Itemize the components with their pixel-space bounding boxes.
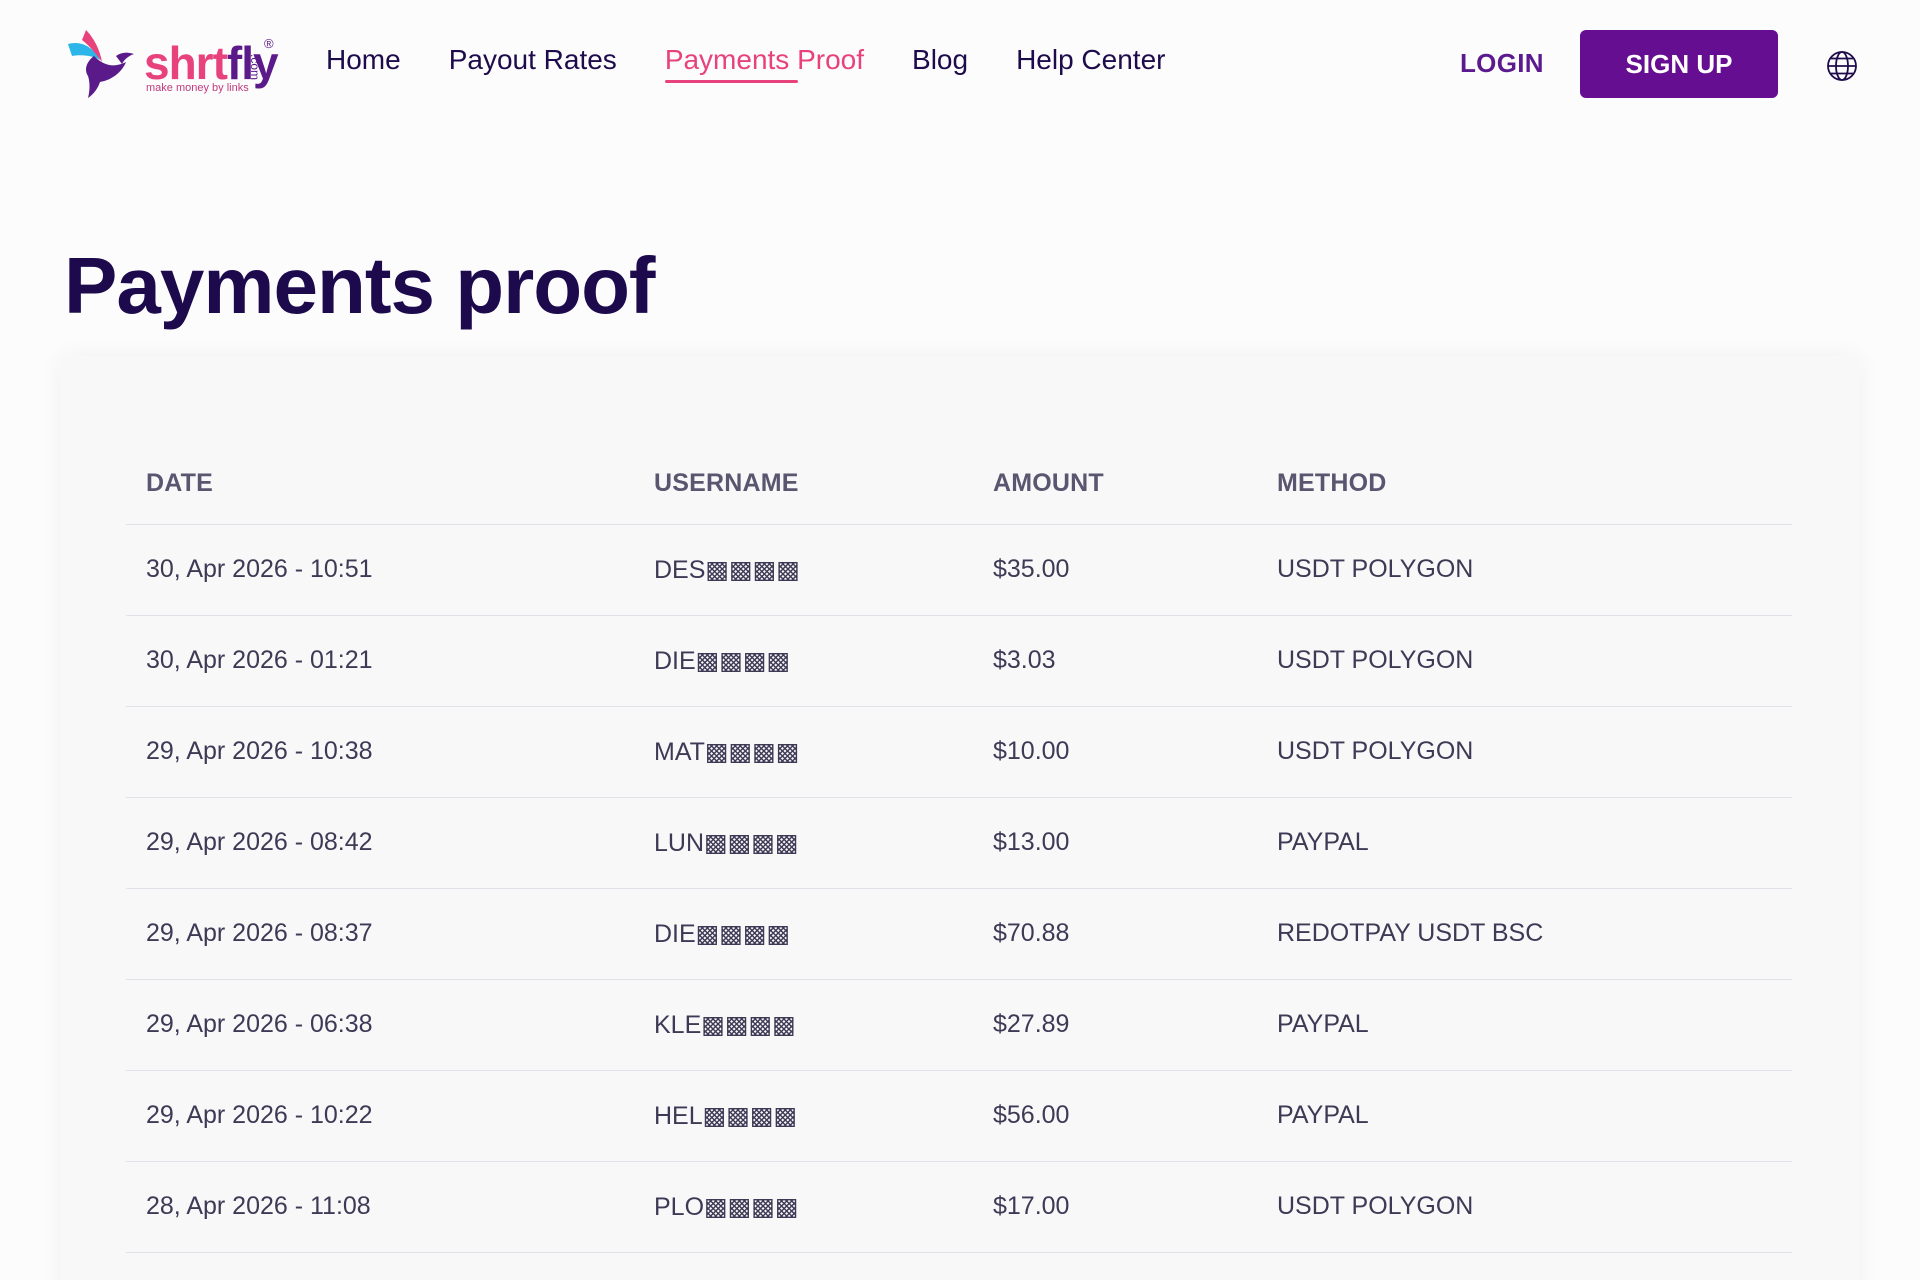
globe-icon[interactable] (1826, 50, 1858, 82)
site-header: shrtfly make money by links ® .com Home … (0, 0, 1920, 128)
cell-date: 29, Apr 2026 - 08:42 (126, 797, 634, 889)
cell-method: REDOTPAY USDT BSC (1257, 888, 1792, 980)
cell-username: MAT▩▩▩▩ (634, 706, 973, 798)
table-row: 29, Apr 2026 - 06:38 KLE▩▩▩▩ $27.89 PAYP… (126, 979, 1792, 1071)
cell-amount: $27.89 (973, 979, 1257, 1071)
signup-button[interactable]: SIGN UP (1580, 30, 1778, 98)
column-header-date: DATE (126, 444, 634, 525)
cell-amount: $56.00 (973, 1070, 1257, 1162)
login-link[interactable]: LOGIN (1460, 48, 1544, 79)
cell-method: USDT POLYGON (1257, 1161, 1792, 1253)
cell-amount: $17.00 (973, 1161, 1257, 1253)
cell-method: USDT POLYGON (1257, 524, 1792, 616)
table-row: 29, Apr 2026 - 10:38 MAT▩▩▩▩ $10.00 USDT… (126, 706, 1792, 798)
site-logo[interactable]: shrtfly make money by links ® .com (64, 26, 284, 102)
nav-blog[interactable]: Blog (912, 44, 968, 76)
cell-date: 29, Apr 2026 - 10:38 (126, 706, 634, 798)
column-header-amount: AMOUNT (973, 444, 1257, 525)
main-nav: Home Payout Rates Payments Proof Blog He… (326, 44, 1213, 83)
cell-date: 29, Apr 2026 - 06:38 (126, 979, 634, 1071)
payments-table: DATE USERNAME AMOUNT METHOD 30, Apr 2026… (126, 444, 1792, 1253)
column-header-method: METHOD (1257, 444, 1792, 525)
cell-amount: $70.88 (973, 888, 1257, 980)
cell-date: 30, Apr 2026 - 10:51 (126, 524, 634, 616)
cell-method: USDT POLYGON (1257, 615, 1792, 707)
table-row: 30, Apr 2026 - 01:21 DIE▩▩▩▩ $3.03 USDT … (126, 615, 1792, 707)
cell-date: 29, Apr 2026 - 10:22 (126, 1070, 634, 1162)
logo-domain-suffix: .com (248, 54, 262, 81)
cell-method: USDT POLYGON (1257, 706, 1792, 798)
cell-username: DIE▩▩▩▩ (634, 888, 973, 980)
cell-username: HEL▩▩▩▩ (634, 1070, 973, 1162)
table-row: 29, Apr 2026 - 08:42 LUN▩▩▩▩ $13.00 PAYP… (126, 797, 1792, 889)
cell-date: 28, Apr 2026 - 11:08 (126, 1161, 634, 1253)
cell-username: LUN▩▩▩▩ (634, 797, 973, 889)
cell-amount: $35.00 (973, 524, 1257, 616)
registered-mark: ® (264, 36, 274, 51)
cell-amount: $10.00 (973, 706, 1257, 798)
cell-amount: $3.03 (973, 615, 1257, 707)
table-row: 28, Apr 2026 - 11:08 PLO▩▩▩▩ $17.00 USDT… (126, 1161, 1792, 1253)
cell-method: PAYPAL (1257, 797, 1792, 889)
nav-help-center[interactable]: Help Center (1016, 44, 1165, 76)
cell-date: 30, Apr 2026 - 01:21 (126, 615, 634, 707)
logo-tagline: make money by links (146, 82, 249, 94)
cell-username: KLE▩▩▩▩ (634, 979, 973, 1071)
table-row: 29, Apr 2026 - 08:37 DIE▩▩▩▩ $70.88 REDO… (126, 888, 1792, 980)
nav-payments-proof[interactable]: Payments Proof (664, 44, 864, 83)
cell-method: PAYPAL (1257, 1070, 1792, 1162)
table-row: 30, Apr 2026 - 10:51 DES▩▩▩▩ $35.00 USDT… (126, 524, 1792, 616)
cell-amount: $13.00 (973, 797, 1257, 889)
cell-username: PLO▩▩▩▩ (634, 1161, 973, 1253)
cell-date: 29, Apr 2026 - 08:37 (126, 888, 634, 980)
bird-logo-icon (68, 30, 134, 98)
cell-username: DES▩▩▩▩ (634, 524, 973, 616)
cell-method: PAYPAL (1257, 979, 1792, 1071)
table-header-row: DATE USERNAME AMOUNT METHOD (126, 444, 1792, 525)
column-header-username: USERNAME (634, 444, 973, 525)
table-row: 29, Apr 2026 - 10:22 HEL▩▩▩▩ $56.00 PAYP… (126, 1070, 1792, 1162)
nav-home[interactable]: Home (326, 44, 401, 76)
cell-username: DIE▩▩▩▩ (634, 615, 973, 707)
page-title: Payments proof (64, 241, 656, 330)
nav-payout-rates[interactable]: Payout Rates (449, 44, 617, 76)
payments-table-card: DATE USERNAME AMOUNT METHOD 30, Apr 2026… (60, 356, 1860, 1280)
